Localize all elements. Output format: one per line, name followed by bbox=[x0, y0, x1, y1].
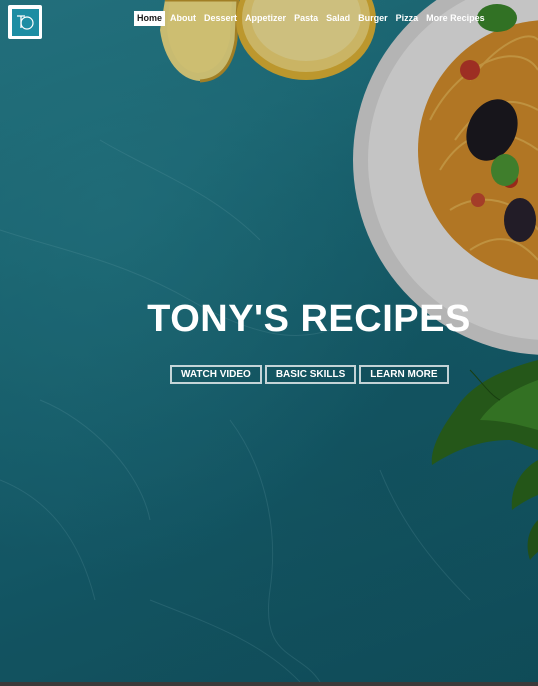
nav-item-salad[interactable]: Salad bbox=[323, 11, 353, 26]
site-logo[interactable] bbox=[8, 5, 42, 39]
basic-skills-button[interactable]: BASIC SKILLS bbox=[264, 365, 357, 384]
nav-item-dessert[interactable]: Dessert bbox=[201, 11, 240, 26]
nav-item-burger[interactable]: Burger bbox=[355, 11, 391, 26]
nav-item-home[interactable]: Home bbox=[134, 11, 166, 26]
hero-button-group: WATCH VIDEO BASIC SKILLS LEARN MORE bbox=[170, 365, 449, 384]
logo-mark bbox=[11, 8, 39, 36]
watch-video-button[interactable]: WATCH VIDEO bbox=[170, 365, 262, 384]
main-navigation: Home About Dessert Appetizer Pasta Salad… bbox=[134, 11, 490, 26]
logo-monogram-icon bbox=[17, 15, 34, 30]
nav-item-appetizer[interactable]: Appetizer bbox=[242, 11, 289, 26]
nav-item-more-recipes[interactable]: More Recipes bbox=[423, 11, 488, 26]
nav-item-pizza[interactable]: Pizza bbox=[393, 11, 422, 26]
nav-item-pasta[interactable]: Pasta bbox=[291, 11, 321, 26]
nav-item-about[interactable]: About bbox=[167, 11, 199, 26]
page-title: TONY'S RECIPES bbox=[147, 298, 471, 340]
learn-more-button[interactable]: LEARN MORE bbox=[359, 365, 449, 384]
bottom-edge-bar bbox=[0, 682, 538, 686]
hero-section bbox=[0, 0, 538, 682]
hero-background-image bbox=[0, 0, 538, 682]
